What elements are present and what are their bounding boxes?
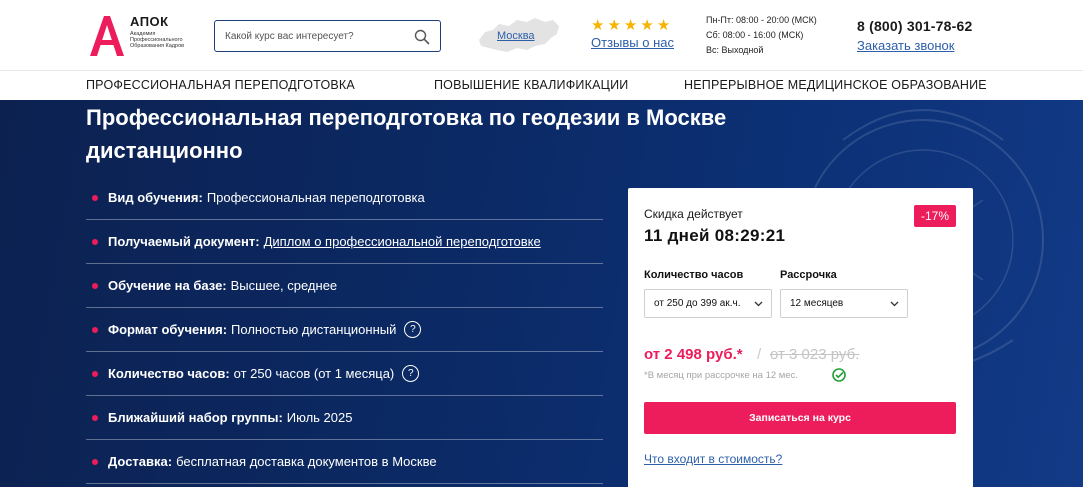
schedule-sunday: Вс: Выходной bbox=[706, 45, 764, 55]
help-icon[interactable]: ? bbox=[402, 365, 420, 382]
working-hours: Пн-Пт: 08:00 - 20:00 (МСК) Сб: 08:00 - 1… bbox=[706, 13, 817, 58]
chevron-down-icon bbox=[754, 301, 763, 307]
installment-selected-value: 12 месяцев bbox=[790, 298, 844, 309]
nav-item-medical-education[interactable]: НЕПРЕРЫВНОЕ МЕДИЦИНСКОЕ ОБРАЗОВАНИЕ bbox=[684, 78, 987, 92]
discount-badge: -17% bbox=[914, 205, 956, 227]
feature-training-type: Вид обучения: Профессиональная переподго… bbox=[86, 176, 603, 220]
bullet-icon bbox=[92, 458, 98, 465]
bullet-icon bbox=[92, 414, 98, 421]
discount-timer: 11 дней 08:29:21 bbox=[644, 226, 786, 245]
phone-number[interactable]: 8 (800) 301-78-62 bbox=[857, 18, 972, 34]
logo-subtitle: Академия Профессионального Образования К… bbox=[130, 31, 185, 49]
city-link[interactable]: Москва bbox=[497, 30, 535, 42]
price-separator: / bbox=[757, 346, 762, 363]
discount-label: Скидка действует bbox=[644, 207, 743, 221]
feature-label: Вид обучения: bbox=[108, 190, 203, 205]
bullet-icon bbox=[92, 282, 98, 289]
schedule-saturday: Сб: 08:00 - 16:00 (МСК) bbox=[706, 30, 804, 40]
feature-value: Июль 2025 bbox=[286, 410, 353, 425]
callback-link[interactable]: Заказать звонок bbox=[857, 38, 954, 53]
feature-label: Доставка: bbox=[108, 454, 173, 469]
nav-item-retraining[interactable]: ПРОФЕССИОНАЛЬНАЯ ПЕРЕПОДГОТОВКА bbox=[86, 78, 355, 92]
hours-select-label: Количество часов bbox=[644, 269, 744, 281]
bullet-icon bbox=[92, 326, 98, 333]
feature-format: Формат обучения: Полностью дистанционный… bbox=[86, 308, 603, 352]
feature-label: Обучение на базе: bbox=[108, 278, 227, 293]
star-icon: ★ bbox=[591, 17, 605, 34]
feature-next-group: Ближайший набор группы: Июль 2025 bbox=[86, 396, 603, 440]
feature-value: от 250 часов (от 1 месяца) bbox=[233, 366, 395, 381]
logo-mark-icon bbox=[86, 12, 126, 58]
logo-name: АПОК bbox=[130, 14, 169, 29]
installment-select[interactable]: 12 месяцев bbox=[780, 289, 908, 318]
star-icon: ★ bbox=[656, 17, 671, 34]
cost-details-link[interactable]: Что входит в стоимость? bbox=[644, 452, 782, 466]
feature-label: Ближайший набор группы: bbox=[108, 410, 283, 425]
enroll-button[interactable]: Записаться на курс bbox=[644, 402, 956, 434]
reviews-link[interactable]: Отзывы о нас bbox=[591, 35, 674, 50]
rating-stars: ★ ★ ★ ★ ★ bbox=[591, 18, 670, 33]
installment-select-label: Рассрочка bbox=[780, 269, 837, 281]
chevron-down-icon bbox=[890, 301, 899, 307]
current-price: от 2 498 руб.* bbox=[644, 346, 743, 363]
hours-selected-value: от 250 до 399 ак.ч. bbox=[654, 298, 741, 309]
feature-value: Профессиональная переподготовка bbox=[206, 190, 425, 205]
feature-label: Количество часов: bbox=[108, 366, 230, 381]
schedule-weekdays: Пн-Пт: 08:00 - 20:00 (МСК) bbox=[706, 15, 817, 25]
hours-select[interactable]: от 250 до 399 ак.ч. bbox=[644, 289, 772, 318]
feature-base-education: Обучение на базе: Высшее, среднее bbox=[86, 264, 603, 308]
old-price: от 3 023 руб. bbox=[770, 346, 860, 363]
star-icon: ★ bbox=[607, 17, 621, 34]
bank-logo-icon bbox=[832, 368, 846, 382]
nav-item-qualification[interactable]: ПОВЫШЕНИЕ КВАЛИФИКАЦИИ bbox=[434, 78, 628, 92]
feature-label: Получаемый документ: bbox=[108, 234, 260, 249]
price-note: *В месяц при рассрочке на 12 мес. bbox=[644, 370, 798, 381]
star-icon: ★ bbox=[640, 17, 654, 34]
search-box bbox=[214, 20, 441, 52]
feature-value: бесплатная доставка документов в Москве bbox=[176, 454, 437, 469]
course-features: Вид обучения: Профессиональная переподго… bbox=[86, 176, 603, 484]
diploma-link[interactable]: Диплом о профессиональной переподготовке bbox=[264, 234, 541, 249]
feature-value: Высшее, среднее bbox=[230, 278, 338, 293]
logo[interactable]: АПОК Академия Профессионального Образова… bbox=[86, 12, 196, 58]
feature-delivery: Доставка: бесплатная доставка документов… bbox=[86, 440, 603, 484]
search-icon[interactable] bbox=[414, 29, 430, 45]
feature-hours: Количество часов: от 250 часов (от 1 мес… bbox=[86, 352, 603, 396]
help-icon[interactable]: ? bbox=[404, 321, 422, 338]
bullet-icon bbox=[92, 194, 98, 201]
page-title: Профессиональная переподготовка по геоде… bbox=[86, 105, 727, 163]
feature-label: Формат обучения: bbox=[108, 322, 228, 337]
feature-document: Получаемый документ: Диплом о профессион… bbox=[86, 220, 603, 264]
star-icon: ★ bbox=[623, 17, 638, 34]
site-header: АПОК Академия Профессионального Образова… bbox=[0, 0, 1083, 71]
search-input[interactable] bbox=[225, 28, 405, 44]
price-card: Скидка действует -17% 11 дней 08:29:21 К… bbox=[628, 188, 973, 487]
feature-value: Полностью дистанционный bbox=[231, 322, 397, 337]
hero-section: Профессиональная переподготовка по геоде… bbox=[0, 100, 1083, 487]
main-nav: ПРОФЕССИОНАЛЬНАЯ ПЕРЕПОДГОТОВКА ПОВЫШЕНИ… bbox=[0, 71, 1083, 100]
bullet-icon bbox=[92, 370, 98, 377]
bullet-icon bbox=[92, 238, 98, 245]
